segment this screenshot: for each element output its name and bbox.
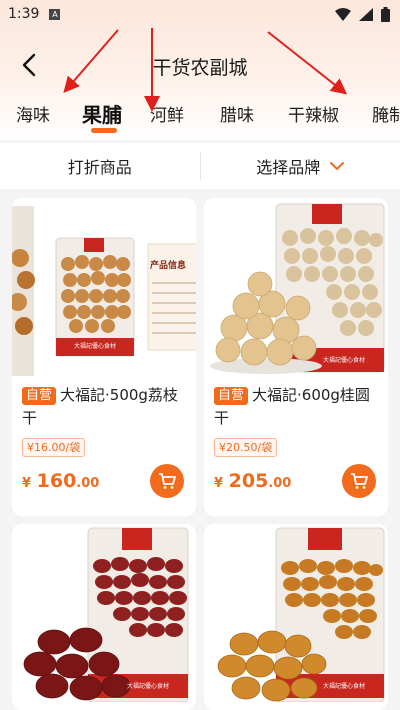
active-tab-indicator: [91, 128, 117, 133]
self-operated-badge: 自营: [214, 387, 249, 405]
product-card-longan-meat[interactable]: 大福記優心食材: [204, 524, 388, 710]
product-title: 自营 大福記·600g桂圆干: [214, 384, 382, 430]
product-image: 产品信息 大福記優心食材: [12, 198, 196, 376]
add-to-cart-button[interactable]: [342, 464, 376, 498]
status-bar: 1:39 A: [0, 0, 400, 28]
header: 干货农副城: [0, 40, 400, 90]
category-tabs: 海味 果脯 河鲜 腊味 干辣椒 腌制: [0, 96, 400, 136]
package-label: 大福記優心食材: [73, 343, 116, 350]
tab-dried-fruit[interactable]: 果脯: [82, 99, 122, 128]
package-label: 大福記優心食材: [126, 683, 169, 690]
price-currency: ¥: [214, 476, 224, 491]
brand-filter-button[interactable]: 选择品牌: [201, 143, 400, 189]
product-image: 大福記優心食材: [204, 524, 388, 702]
signal-icon: [359, 7, 373, 21]
product-price: ¥ 205.00: [214, 470, 291, 492]
product-title: 自营 大福記·500g荔枝干: [22, 384, 190, 430]
product-card-red-dates[interactable]: 大福記優心食材: [12, 524, 196, 710]
product-price: ¥ 160.00: [22, 470, 99, 492]
discount-filter-button[interactable]: 打折商品: [0, 143, 200, 189]
tab-cured-meat[interactable]: 腊味: [220, 101, 254, 126]
battery-icon: [381, 6, 390, 22]
cart-icon: [159, 473, 176, 489]
tab-river-fresh[interactable]: 河鲜: [150, 101, 184, 126]
longan-meat-package-image: [217, 527, 385, 702]
status-time: 1:39: [8, 6, 40, 22]
notification-icon: A: [49, 8, 61, 20]
package-label: 大福記優心食材: [322, 357, 365, 364]
chevron-down-icon: [330, 161, 345, 170]
discount-filter-label: 打折商品: [67, 158, 132, 177]
tab-seafood[interactable]: 海味: [16, 101, 50, 126]
longan-package-image: [210, 203, 385, 374]
product-card-lychee[interactable]: 产品信息 大福記優心食材 自营 大福記·500g荔枝干 ¥16.00/袋 ¥ 16…: [12, 198, 196, 516]
price-decimal: .00: [268, 476, 292, 491]
filter-bar: 打折商品 选择品牌: [0, 143, 400, 189]
info-card-title: 产品信息: [150, 261, 187, 271]
product-card-longan[interactable]: 大福記優心食材 自营 大福記·600g桂圆干 ¥20.50/袋 ¥ 205.00: [204, 198, 388, 516]
unit-price-tag: ¥20.50/袋: [214, 438, 278, 457]
page-title: 干货农副城: [152, 57, 248, 79]
add-to-cart-button[interactable]: [150, 464, 184, 498]
product-image: 大福記優心食材: [12, 524, 196, 702]
price-integer: 160: [36, 470, 77, 492]
unit-price-tag: ¥16.00/袋: [22, 438, 86, 457]
product-image: 大福記優心食材: [204, 198, 388, 376]
cart-icon: [351, 473, 368, 489]
price-currency: ¥: [22, 476, 32, 491]
price-decimal: .00: [76, 476, 100, 491]
brand-filter-label: 选择品牌: [256, 158, 321, 177]
wifi-icon: [335, 7, 351, 21]
tab-pickled[interactable]: 腌制: [372, 101, 400, 126]
price-integer: 205: [228, 470, 269, 492]
self-operated-badge: 自营: [22, 387, 57, 405]
tab-dried-chili[interactable]: 干辣椒: [288, 101, 339, 126]
red-dates-package-image: [23, 527, 189, 702]
package-label: 大福記優心食材: [322, 683, 365, 690]
